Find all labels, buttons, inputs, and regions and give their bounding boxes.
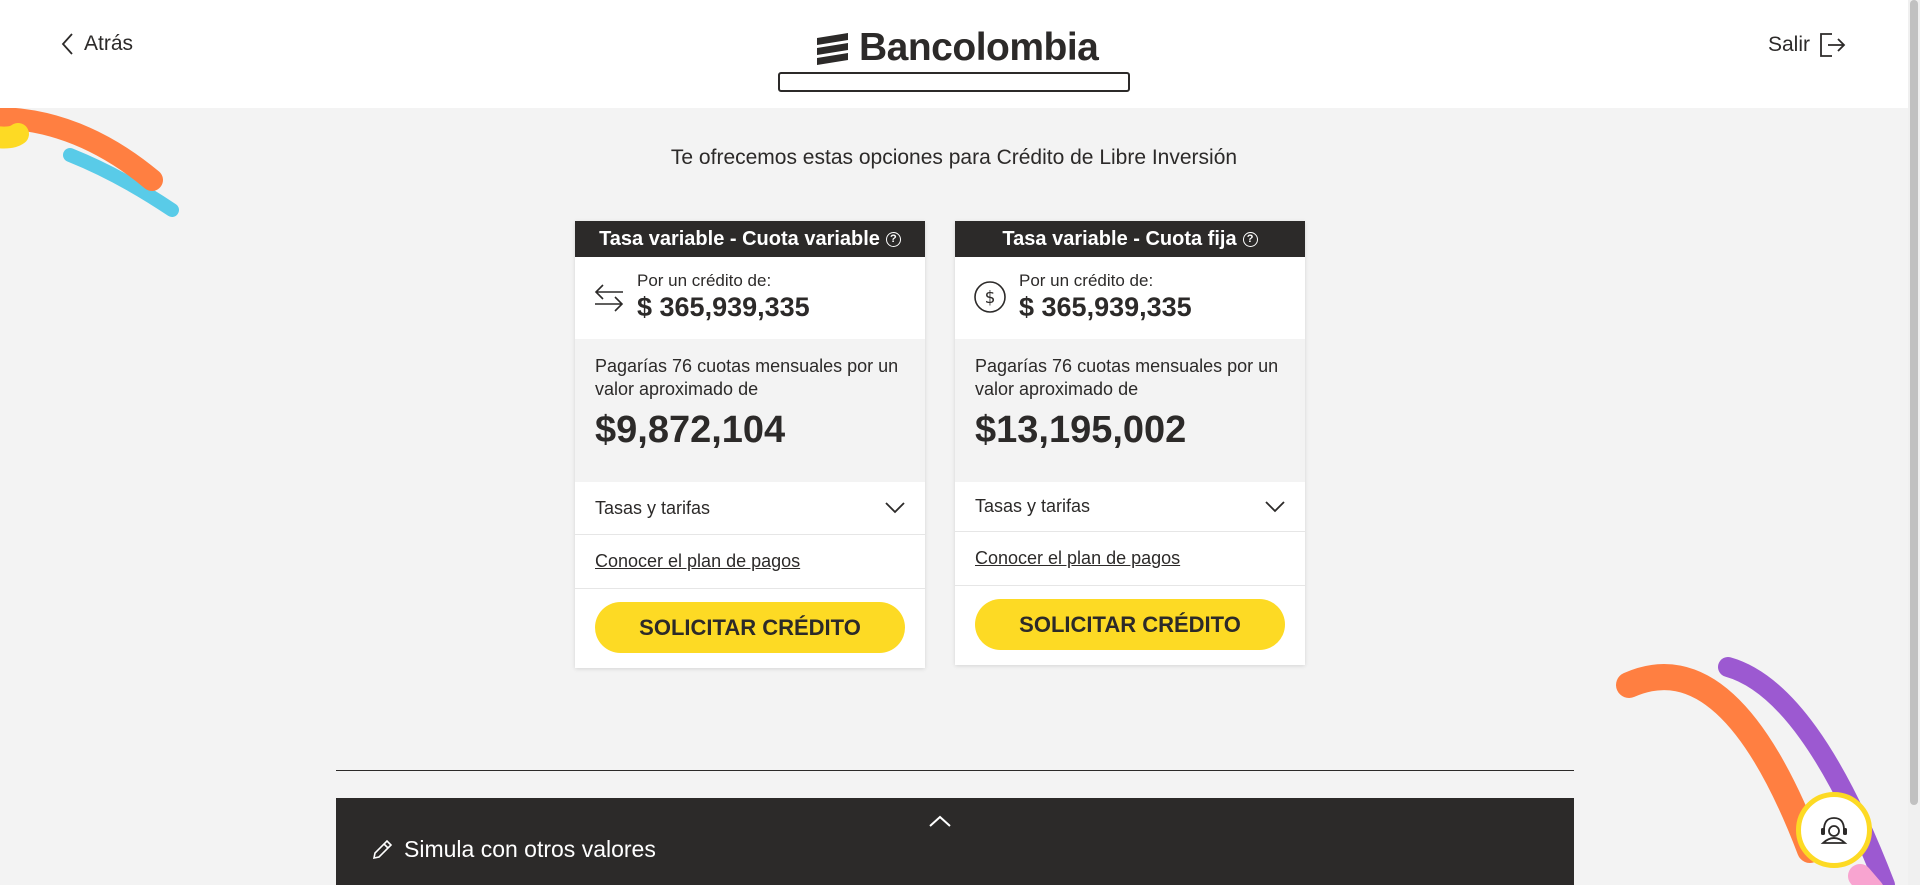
quota-description: Pagarías 76 cuotas mensuales por un valo… [595, 356, 899, 399]
logout-icon [1820, 33, 1846, 57]
payment-plan-link[interactable]: Conocer el plan de pagos [975, 548, 1180, 569]
chevron-left-icon [61, 33, 73, 55]
bancolombia-logo-icon [817, 33, 848, 65]
simulate-panel[interactable]: Simula con otros valores [336, 798, 1574, 885]
credit-amount-row: Por un crédito de: $ 365,939,335 [575, 257, 925, 339]
credit-amount-value: $ 365,939,335 [637, 292, 810, 322]
credit-amount-label: Por un crédito de: [637, 271, 772, 290]
dollar-circle-icon: $ [974, 281, 1006, 313]
exit-label: Salir [1767, 33, 1810, 56]
simulate-label: Simula con otros valores [404, 836, 656, 862]
page-scrollbar[interactable] [1908, 0, 1920, 885]
rates-label: Tasas y tarifas [975, 496, 1091, 516]
payment-plan-row: Conocer el plan de pagos [575, 535, 925, 589]
header-outline-bar [778, 72, 1130, 92]
chevron-up-icon[interactable] [928, 814, 952, 828]
scrollbar-thumb[interactable] [1910, 0, 1918, 805]
svg-text:$: $ [985, 288, 996, 308]
credit-option-card-fixed: Tasa variable - Cuota fija ? $ Por un cr… [955, 221, 1305, 665]
back-button[interactable]: Atrás [60, 32, 133, 56]
payment-plan-row: Conocer el plan de pagos [955, 532, 1305, 586]
monthly-quota-section: Pagarías 76 cuotas mensuales por un valo… [955, 339, 1305, 482]
rates-and-fees-toggle[interactable]: Tasas y tarifas [955, 482, 1305, 532]
credit-option-card-variable: Tasa variable - Cuota variable ? Por un … [575, 221, 925, 668]
chevron-down-icon [1265, 500, 1285, 512]
decorative-swoosh-right [1616, 657, 1895, 885]
cta-wrapper: SOLICITAR CRÉDITO [575, 589, 925, 668]
transfer-arrows-icon [594, 284, 624, 312]
chevron-down-icon [885, 502, 905, 514]
page-intro: Te ofrecemos estas opciones para Crédito… [670, 146, 1238, 169]
simulate-other-values[interactable]: Simula con otros valores [370, 836, 656, 863]
card-title: Tasa variable - Cuota fija [1002, 227, 1237, 250]
card-title-bar: Tasa variable - Cuota variable ? [575, 221, 925, 257]
monthly-quota-section: Pagarías 76 cuotas mensuales por un valo… [575, 339, 925, 482]
quota-value: $13,195,002 [975, 409, 1187, 451]
rates-label: Tasas y tarifas [595, 497, 711, 518]
support-chat-button[interactable] [1796, 792, 1872, 868]
rates-and-fees-toggle[interactable]: Tasas y tarifas [575, 482, 925, 535]
top-header: Atrás Bancolombia Salir [0, 0, 1908, 108]
request-credit-button[interactable]: SOLICITAR CRÉDITO [595, 602, 905, 653]
credit-amount-value: $ 365,939,335 [1019, 292, 1192, 322]
help-icon[interactable]: ? [885, 231, 901, 247]
exit-button[interactable]: Salir [1768, 32, 1846, 58]
card-title: Tasa variable - Cuota variable [599, 227, 880, 250]
quota-description: Pagarías 76 cuotas mensuales por un valo… [975, 356, 1279, 399]
request-credit-button[interactable]: SOLICITAR CRÉDITO [975, 599, 1285, 650]
payment-plan-link[interactable]: Conocer el plan de pagos [595, 551, 800, 572]
cta-wrapper: SOLICITAR CRÉDITO [955, 586, 1305, 665]
quota-value: $9,872,104 [595, 409, 786, 451]
bottom-divider [336, 770, 1574, 771]
help-icon[interactable]: ? [1242, 231, 1258, 247]
brand-logo: Bancolombia [815, 26, 1099, 70]
credit-amount-row: $ Por un crédito de: $ 365,939,335 [955, 257, 1305, 339]
credit-amount-label: Por un crédito de: [1019, 271, 1154, 290]
support-agent-icon [1820, 817, 1848, 844]
card-title-bar: Tasa variable - Cuota fija ? [955, 221, 1305, 257]
pencil-icon [372, 839, 393, 859]
back-label: Atrás [84, 32, 134, 55]
brand-name: Bancolombia [859, 26, 1099, 69]
